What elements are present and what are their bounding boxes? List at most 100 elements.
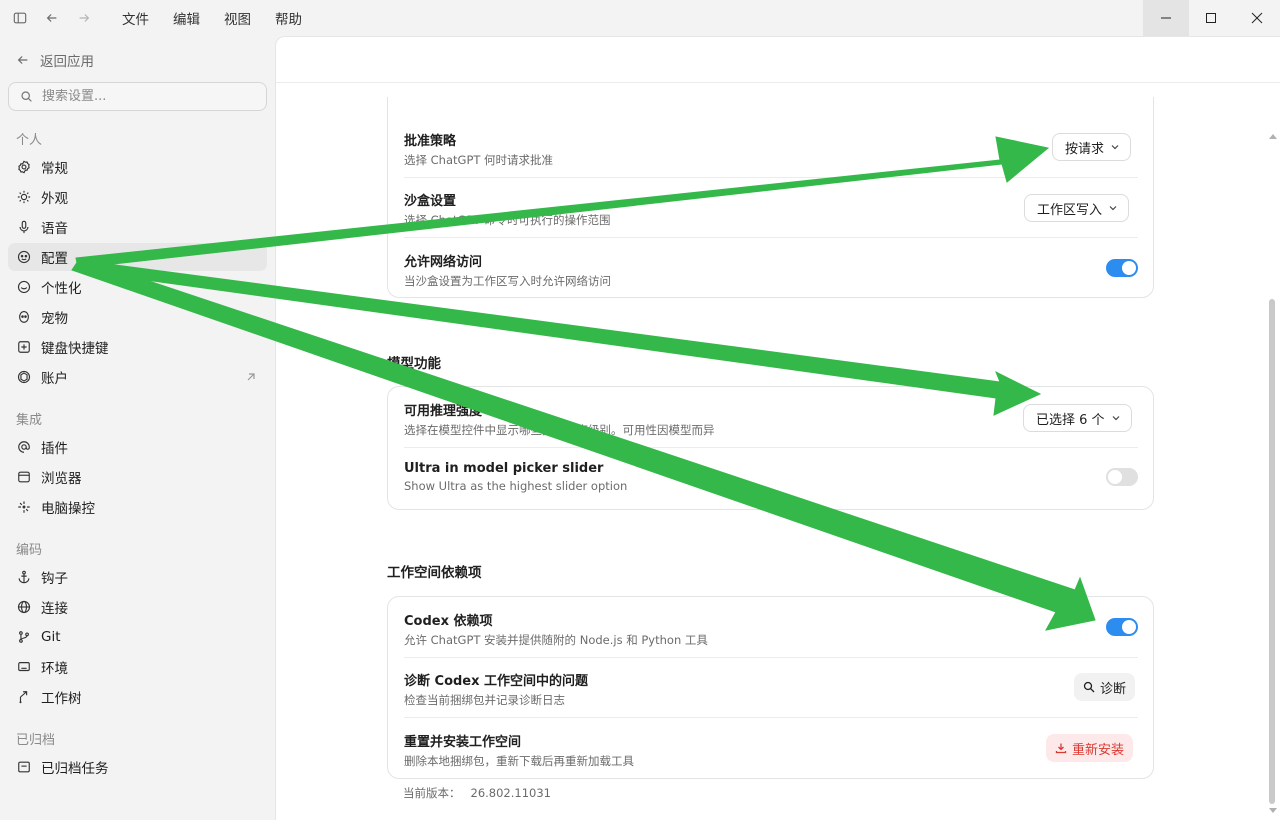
sidebar-item-keyboard-shortcuts[interactable]: 键盘快捷键 [8,333,267,361]
sidebar-item-label: 钩子 [41,571,68,587]
header-divider [276,82,1280,83]
search-input[interactable] [42,89,242,104]
workspace-deps-card: Codex 依赖项 允许 ChatGPT 安装并提供随附的 Node.js 和 … [387,596,1154,779]
sidebar-item-plugins[interactable]: 插件 [8,433,267,461]
sidebar-item-label: 电脑操控 [41,501,95,517]
reinstall-button[interactable]: 重新安装 [1046,734,1134,762]
sidebar-item-archived-tasks[interactable]: 已归档任务 [8,753,267,781]
settings-content: 批准策略 选择 ChatGPT 何时请求批准 按请求 沙盒设置 选择 ChatG… [275,36,1280,820]
chevron-down-icon [1112,416,1119,421]
sidebar-item-connections[interactable]: 连接 [8,593,267,621]
maximize-button[interactable] [1188,0,1234,36]
sidebar-item-appearance[interactable]: 外观 [8,183,267,211]
sidebar-item-label: 键盘快捷键 [41,341,109,357]
sidebar-item-general[interactable]: 常规 [8,153,267,181]
back-arrow-icon[interactable] [42,8,62,28]
minimize-button[interactable] [1143,0,1189,36]
sidebar-item-label: Git [41,629,61,645]
cursor-icon [17,500,31,514]
approval-card: 批准策略 选择 ChatGPT 何时请求批准 按请求 沙盒设置 选择 ChatG… [387,97,1154,298]
sidebar-item-label: 宠物 [41,311,68,327]
sidebar-item-label: 常规 [41,161,68,177]
diagnose-button-label: 诊断 [1100,681,1127,697]
section-coding: 编码 [16,543,43,558]
section-archived: 已归档 [16,733,56,748]
network-access-toggle[interactable] [1106,259,1138,277]
row-divider [404,717,1138,718]
reasoning-levels-value: 已选择 6 个 [1036,412,1105,428]
reset-workspace-row: 重置并安装工作空间 删除本地捆绑包，重新下载后再重新加载工具 [404,731,1138,769]
forward-arrow-icon[interactable] [74,8,94,28]
sidebar-item-account[interactable]: 账户 [8,363,267,391]
sidebar-item-environment[interactable]: 环境 [8,653,267,681]
diagnose-button[interactable]: 诊断 [1074,673,1136,701]
scroll-down-icon[interactable] [1269,808,1277,814]
laptop-icon [17,660,31,674]
codex-deps-row: Codex 依赖项 允许 ChatGPT 安装并提供随附的 Node.js 和 … [404,610,1138,648]
title-bar: 文件 编辑 视图 帮助 [0,0,1280,36]
back-to-app-link[interactable]: 返回应用 [16,50,94,70]
network-access-title: 允许网络访问 [404,255,483,270]
menu-file[interactable]: 文件 [110,8,161,28]
gear-icon [17,160,31,174]
sidebar-item-label: 浏览器 [41,471,82,487]
diagnose-title: 诊断 Codex 工作空间中的问题 [404,674,589,689]
sidebar-item-worktree[interactable]: 工作树 [8,683,267,711]
search-icon [1083,681,1095,693]
git-branch-icon [17,630,31,644]
approval-policy-value: 按请求 [1065,141,1105,157]
row-divider [404,237,1138,238]
row-divider [404,447,1138,448]
diagnose-desc: 检查当前捆绑包并记录诊断日志 [404,693,565,707]
sidebar-item-personalize[interactable]: 个性化 [8,273,267,301]
personalize-icon [17,280,31,294]
keyboard-icon [17,340,31,354]
menu-edit[interactable]: 编辑 [161,8,212,28]
config-icon [17,250,31,264]
section-integration: 集成 [16,413,43,428]
sidebar-item-git[interactable]: Git [8,623,267,651]
sidebar-item-label: 插件 [41,441,68,457]
sidebar-item-voice[interactable]: 语音 [8,213,267,241]
at-icon [17,440,31,454]
menu-help[interactable]: 帮助 [263,8,314,28]
row-divider [404,657,1138,658]
codex-deps-title: Codex 依赖项 [404,614,493,629]
sidebar-item-label: 工作树 [41,691,82,707]
ultra-slider-row: Ultra in model picker slider Show Ultra … [404,461,1138,493]
settings-search[interactable] [8,82,267,111]
sandbox-value: 工作区写入 [1037,202,1103,218]
scrollbar-thumb[interactable] [1269,299,1275,804]
chevron-down-icon [1111,145,1119,150]
ultra-slider-toggle[interactable] [1106,468,1138,486]
scroll-up-icon[interactable] [1269,133,1277,139]
chevron-down-icon [1109,206,1117,211]
sidebar-item-label: 配置 [41,251,68,267]
reset-workspace-desc: 删除本地捆绑包，重新下载后再重新加载工具 [404,754,634,768]
row-divider [404,177,1138,178]
sidebar-item-pet[interactable]: 宠物 [8,303,267,331]
back-to-app-label: 返回应用 [40,54,94,70]
reasoning-levels-dropdown[interactable]: 已选择 6 个 [1023,404,1132,432]
version-value: 26.802.11031 [470,786,551,800]
worktree-icon [17,690,31,704]
approval-policy-desc: 选择 ChatGPT 何时请求批准 [404,153,554,167]
model-features-card: 可用推理强度 选择在模型控件中显示哪些推理强度级别。可用性因模型而异 已选择 6… [387,386,1154,510]
browser-icon [17,470,31,484]
approval-policy-dropdown[interactable]: 按请求 [1052,133,1132,161]
archive-icon [17,760,31,774]
close-button[interactable] [1234,0,1280,36]
external-link-icon [247,373,255,381]
sidebar-item-config[interactable]: 配置 [8,243,267,271]
codex-deps-toggle[interactable] [1106,618,1138,636]
settings-sidebar: 返回应用 个人 常规 外观 语音 配置 个性化 宠物 键盘快捷键 账户 集成 [0,36,275,820]
diagnose-row: 诊断 Codex 工作空间中的问题 检查当前捆绑包并记录诊断日志 [404,670,1138,708]
sidebar-toggle-icon[interactable] [10,8,30,28]
sidebar-item-browser[interactable]: 浏览器 [8,463,267,491]
sidebar-item-hooks[interactable]: 钩子 [8,563,267,591]
sidebar-item-label: 账户 [41,371,68,387]
sidebar-item-computer-control[interactable]: 电脑操控 [8,493,267,521]
sandbox-dropdown[interactable]: 工作区写入 [1024,194,1130,222]
menu-view[interactable]: 视图 [212,8,263,28]
sidebar-item-label: 外观 [41,191,68,207]
